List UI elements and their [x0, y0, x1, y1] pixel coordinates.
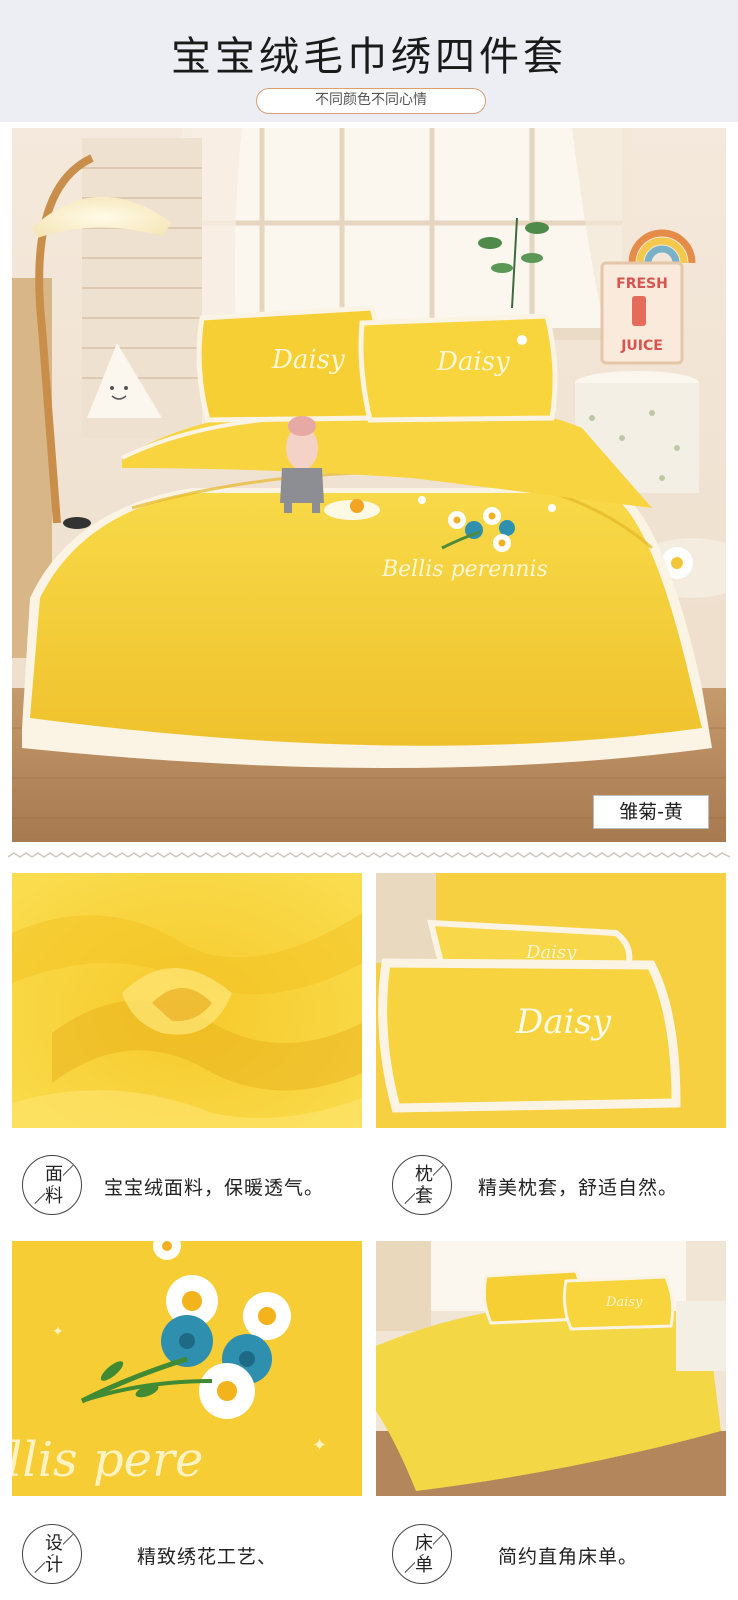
feature-fabric: 面 料 宝宝绒面料，保暖透气。: [22, 1155, 352, 1219]
feature-bedsheet-text: 简约直角床单。: [498, 1546, 639, 1568]
pillowcase-closeup-photo: Daisy Daisy: [376, 873, 726, 1128]
page-title: 宝宝绒毛巾绣四件套: [171, 34, 567, 80]
duvet-script-text: Bellis perennis: [381, 557, 548, 582]
bedsheet-badge-icon: 床 单: [392, 1524, 452, 1584]
sign-line-1: FRESH: [616, 276, 668, 292]
feature-pillowcase-text: 精美枕套，舒适自然。: [478, 1177, 679, 1199]
flat-sheet-photo: Daisy: [376, 1241, 726, 1496]
color-variant-tag: 雏菊-黄: [593, 795, 709, 829]
pillow-left-text: Daisy: [271, 345, 345, 375]
svg-text:✦: ✦: [52, 1324, 64, 1340]
feature-design: 设 计 精致绣花工艺、: [22, 1524, 352, 1588]
fabric-badge-icon: 面 料: [22, 1155, 82, 1215]
sign-line-2: JUICE: [620, 338, 663, 354]
feature-pillowcase: 枕 套 精美枕套，舒适自然。: [392, 1155, 722, 1219]
feature-fabric-text: 宝宝绒面料，保暖透气。: [104, 1177, 325, 1199]
pillow-back-text: Daisy: [525, 942, 577, 963]
embroidery-script-text: llis pere: [12, 1432, 203, 1488]
page-subtitle: 不同颜色不同心情: [256, 88, 486, 114]
sheet-pillow-text: Daisy: [605, 1295, 643, 1310]
feature-design-text: 精致绣花工艺、: [137, 1546, 278, 1568]
feature-bedsheet: 床 单 简约直角床单。: [392, 1524, 722, 1588]
design-badge-icon: 设 计: [22, 1524, 82, 1584]
svg-text:✦: ✦: [312, 1435, 327, 1456]
pillow-right-text: Daisy: [436, 347, 510, 377]
pillowcase-badge-icon: 枕 套: [392, 1155, 452, 1215]
hero-product-photo: FRESH JUICE Daisy Daisy Bellis perennis …: [12, 128, 726, 842]
pillow-front-text: Daisy: [515, 1002, 612, 1042]
embroidery-closeup-photo: llis pere ✦ ✦: [12, 1241, 362, 1496]
page-header: 宝宝绒毛巾绣四件套 不同颜色不同心情: [0, 0, 738, 122]
fabric-closeup-photo: [12, 873, 362, 1128]
zigzag-divider: [8, 852, 730, 858]
